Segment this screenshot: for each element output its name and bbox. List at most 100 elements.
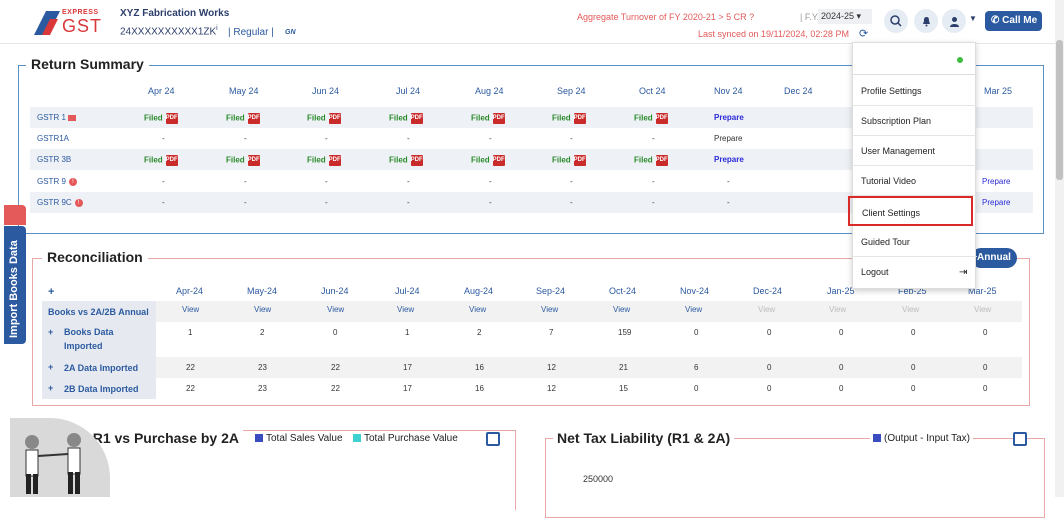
pdf-icon[interactable]: PDF xyxy=(573,113,586,124)
expand-books-button[interactable]: + xyxy=(48,327,53,337)
menu-item-user-management[interactable]: User Management xyxy=(853,136,977,166)
pdf-icon[interactable]: PDF xyxy=(655,113,668,124)
gstin-text: 24XXXXXXXXXX1ZK xyxy=(120,26,217,38)
pdf-icon[interactable]: PDF xyxy=(165,155,178,166)
express-gst-logo[interactable]: EXPRESS GST xyxy=(34,8,104,36)
rs-month: Nov 24 xyxy=(714,86,743,96)
books-data-label: Books Data xyxy=(64,327,114,337)
prepare-link[interactable]: Prepare xyxy=(982,198,1010,207)
sync-icon[interactable]: ⟳ xyxy=(859,27,868,40)
bell-icon[interactable] xyxy=(914,9,938,33)
expand-2b-button[interactable]: + xyxy=(48,383,53,393)
menu-item-logout[interactable]: Logout ⇥ xyxy=(853,257,977,287)
dash: - xyxy=(489,177,492,186)
status-filed[interactable]: Filed PDF xyxy=(552,155,586,166)
status-label: Filed xyxy=(552,113,571,123)
gstr1a-label[interactable]: GSTR1A xyxy=(37,134,69,143)
aggregate-turnover-toggle[interactable]: Aggregate Turnover of FY 2020-21 > 5 CR … xyxy=(577,12,754,22)
prepare-link[interactable]: Prepare xyxy=(982,177,1010,186)
dash: - xyxy=(244,134,247,143)
prepare-link[interactable]: Prepare xyxy=(714,113,744,122)
expand-2a-button[interactable]: + xyxy=(48,362,53,372)
view-link[interactable]: View xyxy=(182,305,199,314)
expand-all-button[interactable]: + xyxy=(48,286,54,298)
rs-row-label[interactable]: GSTR 9! xyxy=(37,177,77,186)
annual-button[interactable]: Annual xyxy=(971,248,1017,268)
status-filed[interactable]: Filed PDF xyxy=(634,155,668,166)
rs-month: Mar 25 xyxy=(984,86,1013,96)
mail-icon xyxy=(67,114,76,121)
view-link[interactable]: View xyxy=(541,305,558,314)
rs-row-label[interactable]: GSTR 1 xyxy=(37,113,76,122)
status-filed[interactable]: Filed PDF xyxy=(307,113,341,124)
call-me-button[interactable]: ✆ Call Me xyxy=(985,11,1042,31)
status-filed[interactable]: Filed PDF xyxy=(144,113,178,124)
pdf-icon[interactable]: PDF xyxy=(410,113,423,124)
value-cell: 16 xyxy=(475,384,484,393)
view-link[interactable]: View xyxy=(254,305,271,314)
menu-item-subscription-plan[interactable]: Subscription Plan xyxy=(853,106,977,136)
status-filed[interactable]: Filed PDF xyxy=(226,155,260,166)
dash: - xyxy=(570,177,573,186)
pdf-icon[interactable]: PDF xyxy=(247,113,260,124)
pdf-icon[interactable]: PDF xyxy=(165,113,178,124)
prepare-link[interactable]: Prepare xyxy=(714,155,744,164)
view-link[interactable]: View xyxy=(685,305,702,314)
pdf-icon[interactable]: PDF xyxy=(328,155,341,166)
view-link: View xyxy=(829,305,847,314)
value-cell: 0 xyxy=(694,328,699,337)
rs-row-label[interactable]: GSTR 9C! xyxy=(37,198,83,207)
user-avatar-icon[interactable] xyxy=(942,9,966,33)
legend-output-input[interactable]: (Output - Input Tax) xyxy=(870,433,973,444)
legend-label: (Output - Input Tax) xyxy=(884,433,970,444)
view-link[interactable]: View xyxy=(469,305,486,314)
menu-item-guided-tour[interactable]: Guided Tour xyxy=(853,227,977,257)
fy-select[interactable]: 2024-25 ▾ xyxy=(818,9,872,24)
gstr3b-label[interactable]: GSTR 3B xyxy=(37,155,71,164)
legend-swatch xyxy=(353,434,361,443)
side-tab-icon[interactable] xyxy=(4,205,26,225)
status-label: Filed xyxy=(144,155,163,165)
info-icon[interactable]: ! xyxy=(68,177,77,186)
gstin-info-icon[interactable]: i xyxy=(216,25,218,32)
legend-total-sales[interactable]: Total Sales Value xyxy=(252,433,346,444)
status-filed[interactable]: Filed PDF xyxy=(144,155,178,166)
info-icon[interactable]: ! xyxy=(74,198,83,207)
view-link[interactable]: View xyxy=(397,305,414,314)
status-filed[interactable]: Filed PDF xyxy=(634,113,668,124)
y-tick: 250000 xyxy=(583,474,614,484)
search-zoom-icon[interactable] xyxy=(884,9,908,33)
pdf-icon[interactable]: PDF xyxy=(492,113,505,124)
view-link[interactable]: View xyxy=(327,305,344,314)
legend-total-purchase[interactable]: Total Purchase Value xyxy=(350,433,461,444)
menu-item-profile-settings[interactable]: Profile Settings xyxy=(853,76,977,106)
value-cell: 17 xyxy=(403,384,412,393)
dash: - xyxy=(727,177,730,186)
status-filed[interactable]: Filed PDF xyxy=(307,155,341,166)
dash: - xyxy=(325,177,328,186)
fy-label: | F.Y. xyxy=(800,12,820,22)
pdf-icon[interactable]: PDF xyxy=(655,155,668,166)
pdf-icon[interactable]: PDF xyxy=(492,155,505,166)
status-filed[interactable]: Filed PDF xyxy=(226,113,260,124)
download-icon[interactable] xyxy=(1013,432,1027,446)
status-filed[interactable]: Filed PDF xyxy=(389,155,423,166)
status-filed[interactable]: Filed PDF xyxy=(471,113,505,124)
view-link[interactable]: View xyxy=(613,305,630,314)
chevron-down-icon[interactable]: ▼ xyxy=(969,14,977,23)
recon-month: Jul-24 xyxy=(395,286,420,296)
download-icon[interactable] xyxy=(486,432,500,446)
prepare-link[interactable]: Prepare xyxy=(714,134,742,143)
page-scrollbar[interactable] xyxy=(1055,0,1064,497)
pdf-icon[interactable]: PDF xyxy=(410,155,423,166)
menu-item-client-settings[interactable]: Client Settings xyxy=(848,196,973,226)
import-books-data-tab[interactable]: Import Books Data xyxy=(4,226,26,344)
status-filed[interactable]: Filed PDF xyxy=(471,155,505,166)
menu-item-tutorial-video[interactable]: Tutorial Video xyxy=(853,166,977,196)
status-filed[interactable]: Filed PDF xyxy=(552,113,586,124)
status-filed[interactable]: Filed PDF xyxy=(389,113,423,124)
pdf-icon[interactable]: PDF xyxy=(247,155,260,166)
pdf-icon[interactable]: PDF xyxy=(573,155,586,166)
pdf-icon[interactable]: PDF xyxy=(328,113,341,124)
scrollbar-thumb[interactable] xyxy=(1056,40,1063,180)
